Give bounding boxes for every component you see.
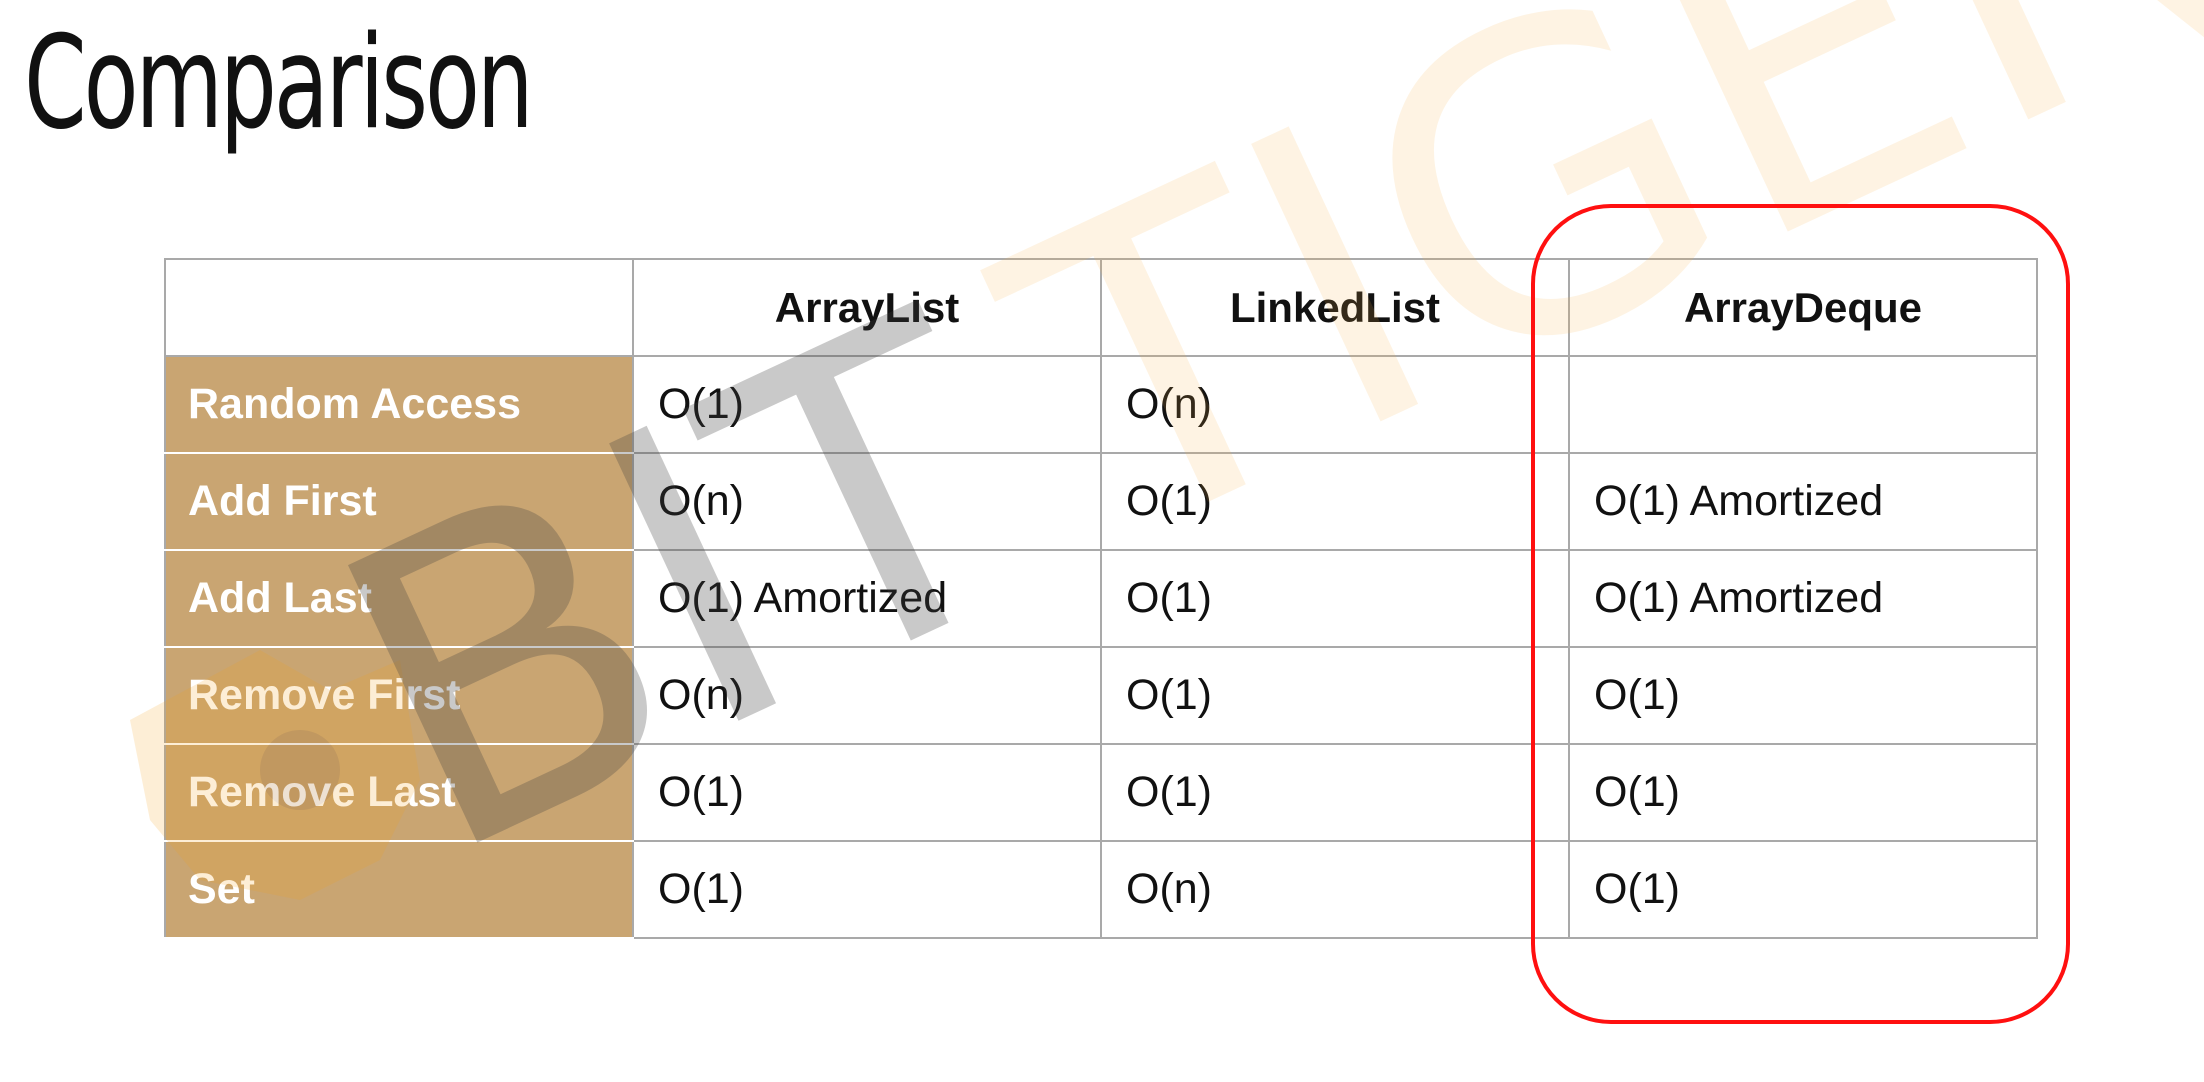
table-corner-cell <box>164 258 634 357</box>
table-cell: O(1) Amortized <box>632 549 1102 648</box>
table-cell: O(1) <box>632 840 1102 939</box>
row-label: Add First <box>164 452 634 551</box>
table-cell: O(n) <box>632 452 1102 551</box>
table-cell: O(1) <box>1100 646 1570 745</box>
table-cell: O(1) <box>1100 549 1570 648</box>
row-label: Set <box>164 840 634 939</box>
page-title: Comparison <box>24 9 534 158</box>
table-cell: O(1) <box>1100 743 1570 842</box>
table-cell: O(n) <box>632 646 1102 745</box>
arraydeque-highlight <box>1531 204 2070 1024</box>
table-cell: O(n) <box>1100 840 1570 939</box>
column-header-arraylist: ArrayList <box>632 258 1102 357</box>
table-cell: O(n) <box>1100 355 1570 454</box>
row-label: Remove First <box>164 646 634 745</box>
row-label: Remove Last <box>164 743 634 842</box>
table-cell: O(1) <box>632 355 1102 454</box>
row-label: Add Last <box>164 549 634 648</box>
row-label: Random Access <box>164 355 634 454</box>
table-cell: O(1) <box>1100 452 1570 551</box>
column-header-linkedlist: LinkedList <box>1100 258 1570 357</box>
table-cell: O(1) <box>632 743 1102 842</box>
